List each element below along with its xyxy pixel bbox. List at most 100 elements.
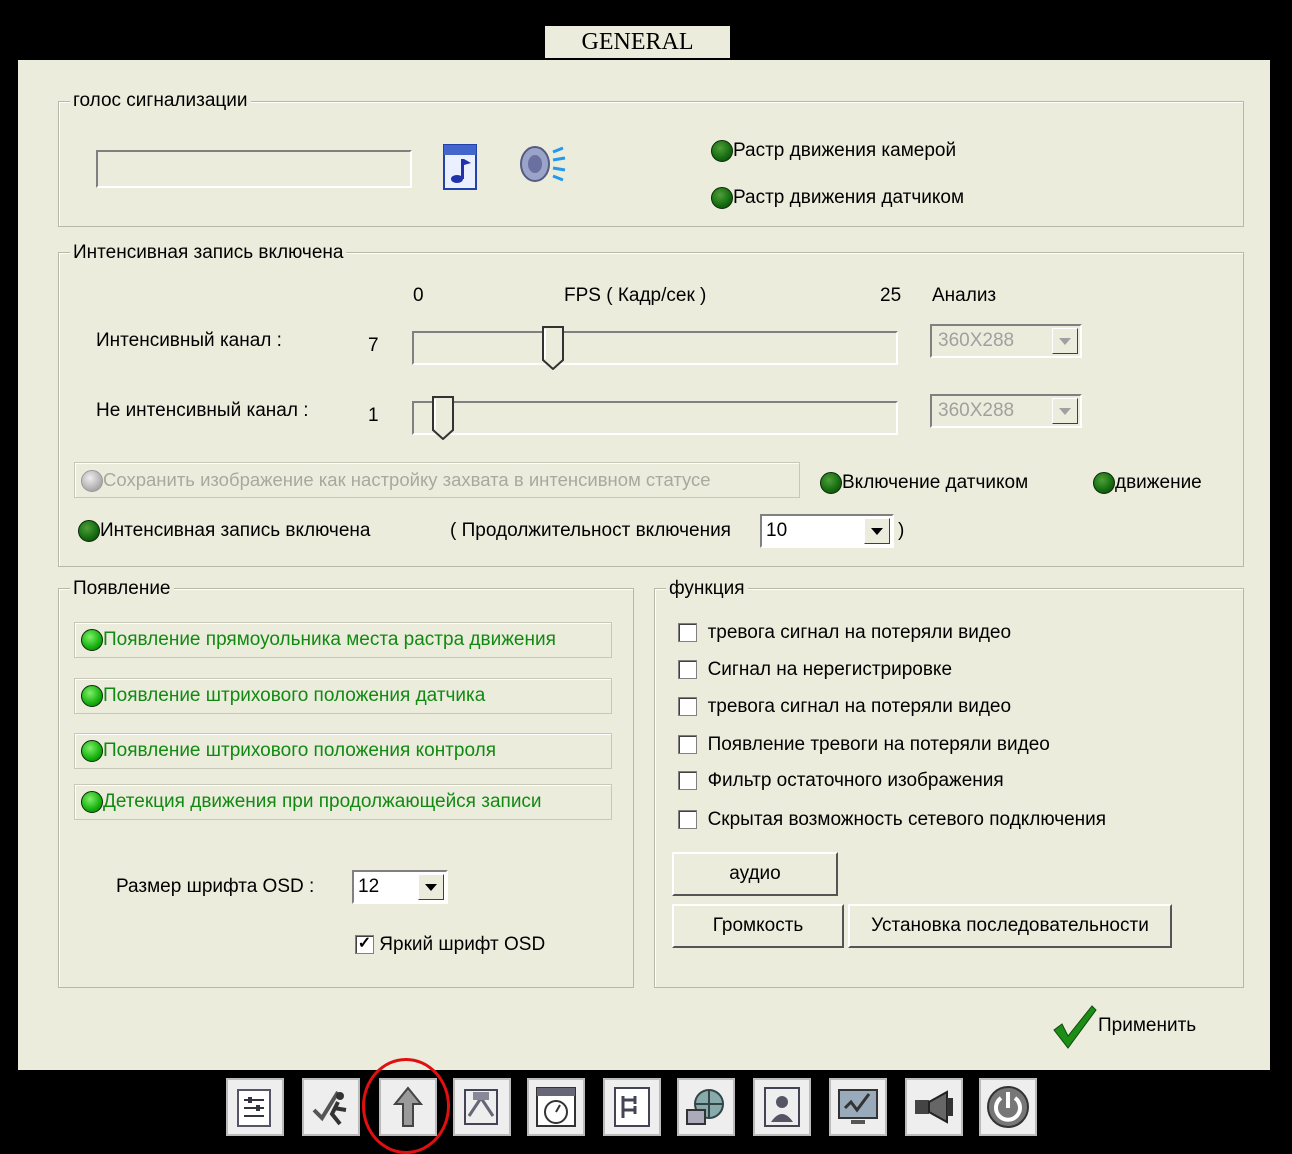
appearance-item-motion-detection[interactable]: Детекция движения при продолжающейся зап… xyxy=(74,784,612,820)
intensive-channel-value: 7 xyxy=(368,335,379,356)
radio-icon xyxy=(820,472,842,494)
motion-trigger-label: движение xyxy=(1115,472,1202,494)
motion-sensor-label: Растр движения датчиком xyxy=(733,187,965,209)
highlight-circle xyxy=(362,1058,450,1154)
fps-max-label: 25 xyxy=(880,285,902,306)
checkmark-icon xyxy=(1053,1005,1097,1049)
speaker-icon[interactable] xyxy=(515,142,571,192)
intensive-fps-slider-thumb[interactable] xyxy=(541,326,564,371)
analysis-label: Анализ xyxy=(932,285,997,306)
music-file-icon[interactable] xyxy=(440,143,480,197)
function-item-label: тревога сигнал на потеряли видео xyxy=(707,696,1012,717)
radio-icon xyxy=(711,140,733,162)
function-item-no-record-signal[interactable]: Сигнал на нерегистрировке xyxy=(678,659,952,681)
function-legend: функция xyxy=(666,578,748,600)
function-item-label: Фильтр остаточного изображения xyxy=(707,770,1004,791)
chevron-down-icon xyxy=(418,874,444,900)
motion-camera-option[interactable]: Растр движения камерой xyxy=(711,140,956,162)
radio-icon xyxy=(78,520,100,542)
runner-icon[interactable] xyxy=(302,1078,360,1136)
osd-size-label: Размер шрифта OSD : xyxy=(116,876,315,897)
duration-select[interactable]: 10 xyxy=(760,514,894,548)
radio-icon xyxy=(81,470,103,493)
schedule-icon[interactable] xyxy=(603,1078,661,1136)
intensive-record-on-option[interactable]: Интенсивная запись включена xyxy=(78,520,370,542)
appearance-item-label: Детекция движения при продолжающейся зап… xyxy=(103,791,542,812)
checkbox[interactable] xyxy=(678,771,697,791)
function-item-video-loss-alarm[interactable]: тревога сигнал на потеряли видео xyxy=(678,622,1011,644)
window-title: GENERAL xyxy=(545,26,730,58)
chevron-down-icon xyxy=(864,518,890,544)
record-icon[interactable] xyxy=(453,1078,511,1136)
save-capture-option: Сохранить изображение как настройку захв… xyxy=(74,462,800,498)
alarm-file-input[interactable] xyxy=(96,150,412,188)
appearance-item-control-position[interactable]: Появление штрихового положения контроля xyxy=(74,733,612,769)
appearance-item-sensor-position[interactable]: Появление штрихового положения датчика xyxy=(74,678,612,714)
non-intensive-channel-label: Не интенсивный канал : xyxy=(96,400,309,421)
sensor-trigger-label: Включение датчиком xyxy=(842,472,1029,494)
network-icon[interactable] xyxy=(677,1078,735,1136)
apply-label: Применить xyxy=(1098,1015,1197,1037)
apply-button[interactable]: Применить xyxy=(1050,1002,1196,1050)
function-item-label: Сигнал на нерегистрировке xyxy=(707,659,953,680)
duration-close-paren: ) xyxy=(898,520,905,541)
function-item-label: Скрытая возможность сетевого подключения xyxy=(707,809,1107,830)
appearance-item-label: Появление прямоуольника места растра дви… xyxy=(103,629,556,650)
radio-icon xyxy=(81,739,103,762)
intensive-legend: Интенсивная запись включена xyxy=(70,242,347,264)
non-intensive-fps-slider-thumb[interactable] xyxy=(432,396,455,441)
osd-size-select[interactable]: 12 xyxy=(352,870,448,904)
bright-osd-checkbox[interactable]: ✓ xyxy=(355,935,374,955)
camera-icon[interactable] xyxy=(905,1078,963,1136)
intensive-fps-slider[interactable] xyxy=(412,331,898,365)
duration-label: ( Продолжительност включения xyxy=(450,520,731,541)
non-intensive-resolution-value: 360X288 xyxy=(938,400,1015,421)
intensive-channel-label: Интенсивный канал : xyxy=(96,330,282,351)
sequence-setup-button[interactable]: Установка последовательности xyxy=(848,904,1172,948)
function-item-hidden-network[interactable]: Скрытая возможность сетевого подключения xyxy=(678,809,1106,831)
checkbox[interactable] xyxy=(678,810,697,830)
fps-label: FPS ( Кадр/сек ) xyxy=(564,285,707,306)
intensive-record-on-label: Интенсивная запись включена xyxy=(100,520,371,542)
power-icon[interactable] xyxy=(979,1078,1037,1136)
clock-icon[interactable] xyxy=(527,1078,585,1136)
motion-sensor-option[interactable]: Растр движения датчиком xyxy=(711,187,964,209)
non-intensive-fps-slider[interactable] xyxy=(412,401,898,435)
function-item-video-loss-display[interactable]: Появление тревоги на потеряли видео xyxy=(678,734,1050,756)
monitor-icon[interactable] xyxy=(829,1078,887,1136)
non-intensive-resolution-select[interactable]: 360X288 xyxy=(930,394,1082,428)
osd-size-value: 12 xyxy=(358,876,380,897)
non-intensive-channel-value: 1 xyxy=(368,405,379,426)
appearance-item-motion-rect[interactable]: Появление прямоуольника места растра дви… xyxy=(74,622,612,658)
function-item-afterimage-filter[interactable]: Фильтр остаточного изображения xyxy=(678,770,1004,792)
appearance-item-label: Появление штрихового положения датчика xyxy=(103,685,486,706)
fps-min-label: 0 xyxy=(413,285,424,306)
appearance-legend: Появление xyxy=(70,578,174,600)
intensive-resolution-value: 360X288 xyxy=(938,330,1015,351)
checkbox[interactable] xyxy=(678,623,697,643)
function-item-label: тревога сигнал на потеряли видео xyxy=(707,622,1012,643)
function-item-video-loss-alarm-2[interactable]: тревога сигнал на потеряли видео xyxy=(678,696,1011,718)
motion-camera-label: Растр движения камерой xyxy=(733,140,957,162)
motion-trigger-option[interactable]: движение xyxy=(1093,472,1202,494)
checkbox[interactable] xyxy=(678,697,697,717)
duration-value: 10 xyxy=(766,520,788,541)
sensor-trigger-option[interactable]: Включение датчиком xyxy=(820,472,1028,494)
bright-osd-option[interactable]: ✓ Яркий шрифт OSD xyxy=(355,934,545,956)
save-capture-label: Сохранить изображение как настройку захв… xyxy=(103,469,711,490)
checkbox[interactable] xyxy=(678,660,697,680)
appearance-item-label: Появление штрихового положения контроля xyxy=(103,740,496,761)
function-item-label: Появление тревоги на потеряли видео xyxy=(707,734,1050,755)
intensive-resolution-select[interactable]: 360X288 xyxy=(930,324,1082,358)
radio-icon xyxy=(81,628,103,651)
alarm-voice-legend: голос сигнализации xyxy=(70,90,251,112)
radio-icon xyxy=(1093,472,1115,494)
radio-icon xyxy=(711,187,733,209)
volume-button[interactable]: Громкость xyxy=(672,904,844,948)
chevron-down-icon xyxy=(1052,328,1078,354)
user-icon[interactable] xyxy=(753,1078,811,1136)
radio-icon xyxy=(81,684,103,707)
settings-icon[interactable] xyxy=(226,1078,284,1136)
audio-button[interactable]: аудио xyxy=(672,852,838,896)
checkbox[interactable] xyxy=(678,735,697,755)
